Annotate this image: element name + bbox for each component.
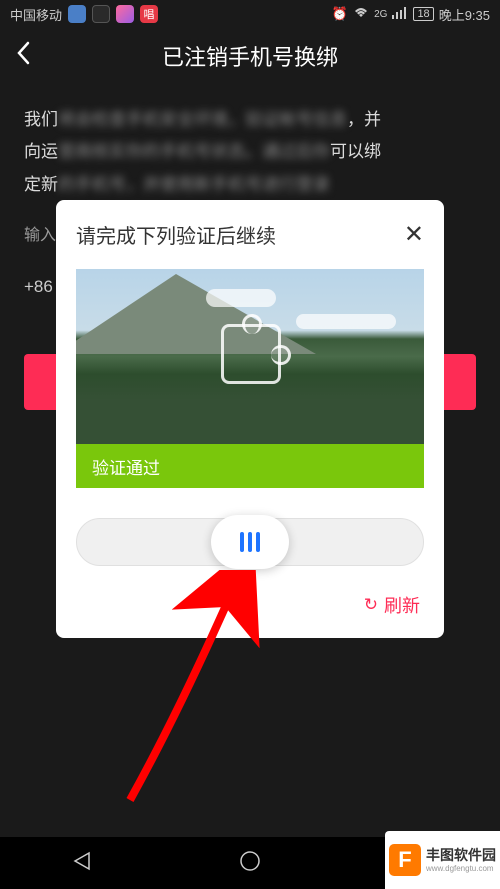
watermark-logo: F <box>389 844 421 876</box>
modal-header: 请完成下列验证后继续 ✕ <box>76 220 424 249</box>
success-banner: 验证通过 <box>76 444 424 488</box>
modal-title: 请完成下列验证后继续 <box>76 220 276 249</box>
cloud <box>296 314 396 329</box>
close-button[interactable]: ✕ <box>404 220 424 249</box>
slider-handle[interactable] <box>211 515 289 569</box>
modal-overlay: 请完成下列验证后继续 ✕ 验证通过 ↻ 刷新 <box>0 0 500 889</box>
cloud <box>206 289 276 307</box>
captcha-image <box>76 269 424 444</box>
captcha-modal: 请完成下列验证后继续 ✕ 验证通过 ↻ 刷新 <box>56 200 444 638</box>
success-text: 验证通过 <box>92 454 160 479</box>
refresh-button[interactable]: ↻ 刷新 <box>76 592 424 618</box>
nav-home-button[interactable] <box>238 849 262 878</box>
slider-track[interactable] <box>76 518 424 566</box>
refresh-label: 刷新 <box>384 592 420 618</box>
watermark-name: 丰图软件园 <box>426 847 496 864</box>
nav-back-button[interactable] <box>71 849 95 878</box>
puzzle-piece-icon <box>221 324 281 384</box>
watermark-url: www.dgfengtu.com <box>426 864 496 874</box>
refresh-icon: ↻ <box>364 595 378 615</box>
watermark: F 丰图软件园 www.dgfengtu.com <box>385 831 500 889</box>
